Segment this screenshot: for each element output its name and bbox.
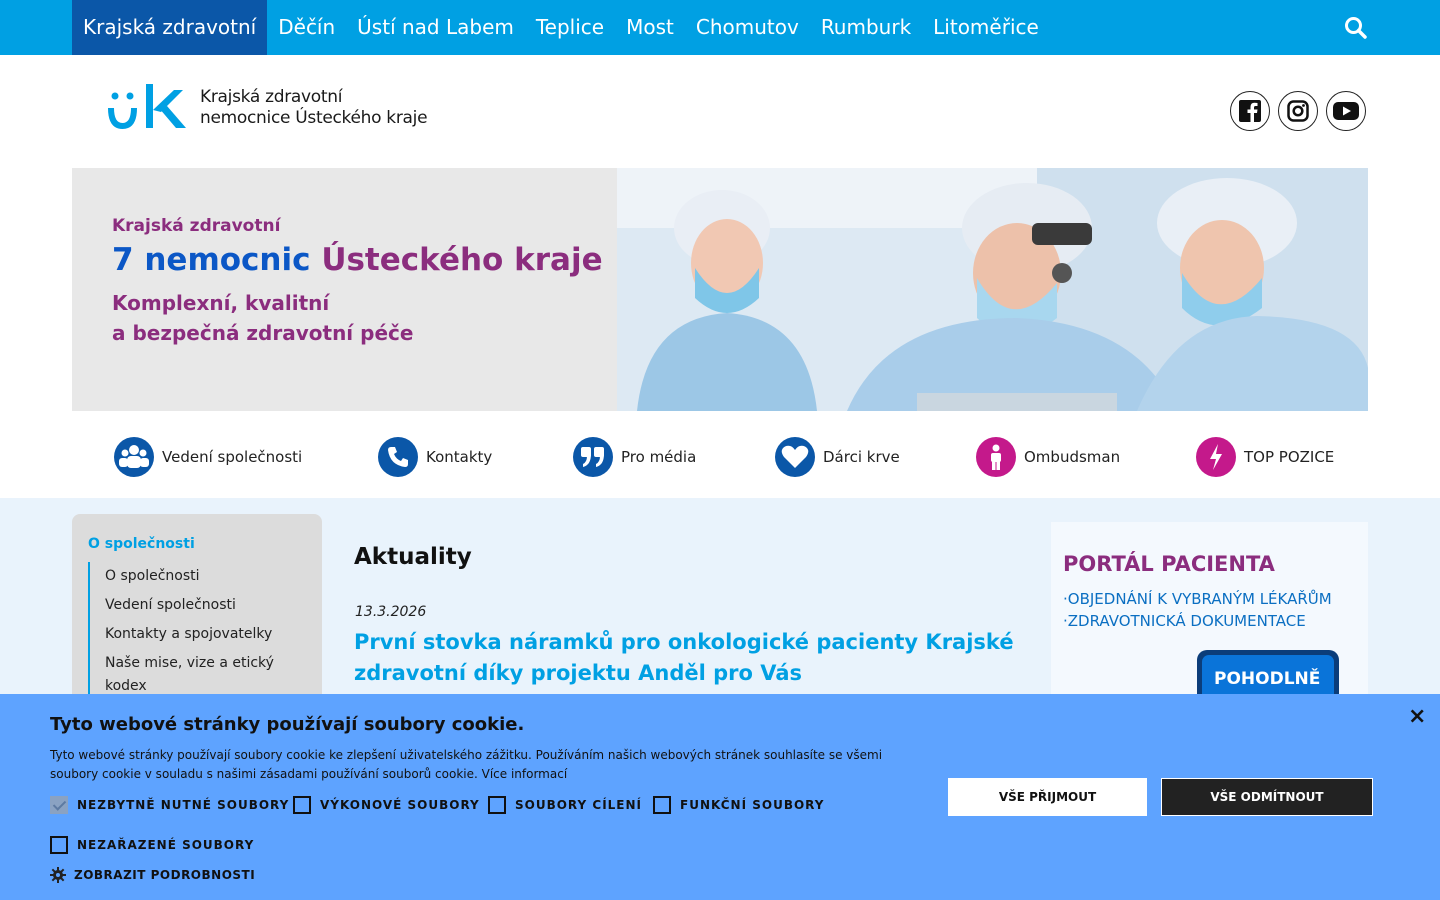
nav-item-teplice[interactable]: Teplice bbox=[525, 0, 615, 55]
portal-line-2: ·ZDRAVOTNICKÁ DOKUMENTACE bbox=[1063, 612, 1306, 630]
cookie-text: Tyto webové stránky používají soubory co… bbox=[50, 748, 883, 781]
reject-all-button[interactable]: VŠE ODMÍTNOUT bbox=[1161, 778, 1373, 816]
banner-headline: 7 nemocnic Ústeckého kraje bbox=[112, 242, 603, 278]
quick-link-top-pozice[interactable]: TOP POZICE bbox=[1196, 437, 1334, 477]
show-details-label: ZOBRAZIT PODROBNOSTI bbox=[74, 868, 256, 882]
nav-item-krajska-zdravotni[interactable]: Krajská zdravotní bbox=[72, 0, 268, 55]
instagram-icon[interactable] bbox=[1278, 91, 1318, 131]
accept-all-button[interactable]: VŠE PŘIJMOUT bbox=[948, 778, 1147, 816]
phone-icon bbox=[378, 437, 418, 477]
sidebar: O společnosti O společnosti Vedení spole… bbox=[72, 514, 322, 714]
logo-line-2: nemocnice Ústeckého kraje bbox=[200, 108, 428, 128]
person-icon bbox=[976, 437, 1016, 477]
topnav-items: Krajská zdravotní Děčín Ústí nad Labem T… bbox=[72, 0, 1050, 55]
nav-item-rumburk[interactable]: Rumburk bbox=[810, 0, 922, 55]
heart-icon bbox=[775, 437, 815, 477]
quick-link-ombudsman[interactable]: Ombudsman bbox=[976, 437, 1120, 477]
users-icon bbox=[114, 437, 154, 477]
page-title: Aktuality bbox=[354, 544, 472, 570]
cookie-option-targeting[interactable]: SOUBORY CÍLENÍ bbox=[488, 796, 642, 814]
banner-photo-surgeons bbox=[617, 168, 1368, 411]
quick-link-label: Kontakty bbox=[426, 448, 493, 466]
checkbox[interactable] bbox=[488, 796, 506, 814]
site-logo[interactable]: Krajská zdravotní nemocnice Ústeckého kr… bbox=[108, 80, 488, 136]
banner-subline: Komplexní, kvalitní a bezpečná zdravotní… bbox=[112, 288, 603, 348]
logo-mark-icon bbox=[108, 82, 188, 132]
youtube-icon[interactable] bbox=[1326, 91, 1366, 131]
quote-icon bbox=[573, 437, 613, 477]
cookie-option-label: NEZAŘAZENÉ SOUBORY bbox=[77, 838, 255, 852]
sidebar-item-o-spolecnosti[interactable]: O společnosti bbox=[90, 562, 306, 591]
quick-link-label: Dárci krve bbox=[823, 448, 900, 466]
checkbox-checked[interactable] bbox=[50, 796, 68, 814]
quick-links: Vedení společnosti Kontakty Pro média Dá… bbox=[0, 411, 1440, 498]
top-navigation: Krajská zdravotní Děčín Ústí nad Labem T… bbox=[0, 0, 1440, 55]
facebook-icon[interactable] bbox=[1230, 91, 1270, 131]
sidebar-heading[interactable]: O společnosti bbox=[88, 536, 195, 552]
banner-text: Krajská zdravotní 7 nemocnic Ústeckého k… bbox=[112, 216, 603, 348]
quick-link-pro-media[interactable]: Pro média bbox=[573, 437, 696, 477]
checkbox[interactable] bbox=[50, 836, 68, 854]
portal-title: PORTÁL PACIENTA bbox=[1063, 552, 1275, 576]
patient-portal-banner[interactable]: PORTÁL PACIENTA ·OBJEDNÁNÍ K VYBRANÝM LÉ… bbox=[1051, 522, 1368, 722]
banner-line-1: Krajská zdravotní bbox=[112, 216, 281, 236]
quick-link-label: TOP POZICE bbox=[1244, 448, 1335, 466]
gear-icon bbox=[50, 867, 66, 883]
close-icon[interactable]: × bbox=[1408, 704, 1426, 729]
portal-line-1: ·OBJEDNÁNÍ K VYBRANÝM LÉKAŘŮM bbox=[1063, 590, 1332, 608]
show-details-link[interactable]: ZOBRAZIT PODROBNOSTI bbox=[50, 867, 255, 883]
banner-subline-2: a bezpečná zdravotní péče bbox=[112, 321, 414, 345]
cookie-option-label: SOUBORY CÍLENÍ bbox=[515, 798, 643, 812]
cookie-title: Tyto webové stránky používají soubory co… bbox=[50, 714, 525, 735]
news-date: 13.3.2026 bbox=[355, 604, 427, 620]
search-icon[interactable] bbox=[1342, 14, 1370, 42]
cookie-consent-bar: Tyto webové stránky používají soubory co… bbox=[0, 694, 1440, 900]
checkbox[interactable] bbox=[293, 796, 311, 814]
banner-headline-purple: Ústeckého kraje bbox=[321, 242, 603, 278]
cookie-option-label: FUNKČNÍ SOUBORY bbox=[680, 798, 825, 812]
nav-item-litomerice[interactable]: Litoměřice bbox=[922, 0, 1050, 55]
banner-headline-blue: 7 nemocnic bbox=[112, 242, 311, 278]
nav-item-most[interactable]: Most bbox=[615, 0, 685, 55]
cookie-option-functional[interactable]: FUNKČNÍ SOUBORY bbox=[653, 796, 824, 814]
nav-item-decin[interactable]: Děčín bbox=[267, 0, 346, 55]
quick-link-darci-krve[interactable]: Dárci krve bbox=[775, 437, 900, 477]
quick-link-label: Ombudsman bbox=[1024, 448, 1121, 466]
checkbox[interactable] bbox=[653, 796, 671, 814]
logo-text: Krajská zdravotní nemocnice Ústeckého kr… bbox=[200, 87, 428, 129]
sidebar-list: O společnosti Vedení společnosti Kontakt… bbox=[88, 562, 306, 701]
cookie-option-necessary[interactable]: NEZBYTNĚ NUTNÉ SOUBORY bbox=[50, 796, 289, 814]
bolt-icon bbox=[1196, 437, 1236, 477]
hero-banner[interactable]: Krajská zdravotní 7 nemocnic Ústeckého k… bbox=[72, 168, 1368, 411]
news-title-link[interactable]: První stovka náramků pro onkologické pac… bbox=[354, 627, 1034, 689]
nav-item-chomutov[interactable]: Chomutov bbox=[685, 0, 810, 55]
quick-link-vedeni[interactable]: Vedení společnosti bbox=[114, 437, 302, 477]
cookie-option-label: VÝKONOVÉ SOUBORY bbox=[320, 798, 480, 812]
quick-link-label: Vedení společnosti bbox=[162, 448, 303, 466]
cookie-option-label: NEZBYTNĚ NUTNÉ SOUBORY bbox=[77, 798, 290, 812]
quick-link-kontakty[interactable]: Kontakty bbox=[378, 437, 492, 477]
banner-subline-1: Komplexní, kvalitní bbox=[112, 291, 330, 315]
cookie-option-performance[interactable]: VÝKONOVÉ SOUBORY bbox=[293, 796, 480, 814]
sidebar-item-vedeni-spolecnosti[interactable]: Vedení společnosti bbox=[90, 591, 306, 620]
sidebar-item-kontakty[interactable]: Kontakty a spojovatelky bbox=[90, 620, 306, 649]
quick-link-label: Pro média bbox=[621, 448, 697, 466]
logo-line-1: Krajská zdravotní bbox=[200, 87, 343, 107]
nav-item-usti-nad-labem[interactable]: Ústí nad Labem bbox=[346, 0, 525, 55]
cookie-option-unclassified[interactable]: NEZAŘAZENÉ SOUBORY bbox=[50, 836, 254, 854]
